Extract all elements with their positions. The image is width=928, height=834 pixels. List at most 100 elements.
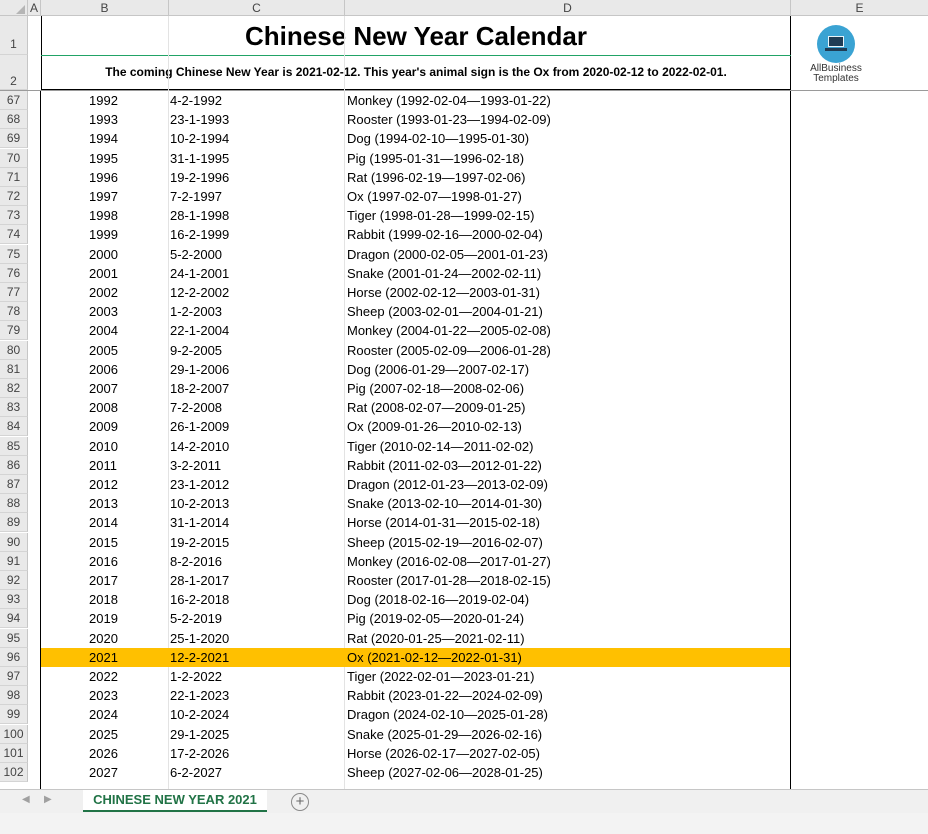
row-header-1[interactable]: 1 — [0, 16, 28, 55]
animal-cell[interactable]: Pig (2007-02-18—2008-02-06) — [347, 379, 524, 398]
year-cell[interactable]: 2018 — [89, 590, 118, 609]
column-header-e[interactable]: E — [791, 0, 928, 16]
year-cell[interactable]: 2022 — [89, 667, 118, 686]
row-header[interactable]: 72 — [0, 187, 28, 206]
animal-cell[interactable]: Dragon (2024-02-10—2025-01-28) — [347, 705, 548, 724]
date-cell[interactable]: 18-2-2007 — [170, 379, 229, 398]
animal-cell[interactable]: Rooster (1993-01-23—1994-02-09) — [347, 110, 551, 129]
row-header[interactable]: 84 — [0, 417, 28, 436]
date-cell[interactable]: 22-1-2023 — [170, 686, 229, 705]
animal-cell[interactable]: Horse (2014-01-31—2015-02-18) — [347, 513, 540, 532]
year-cell[interactable]: 2002 — [89, 283, 118, 302]
animal-cell[interactable]: Tiger (2022-02-01—2023-01-21) — [347, 667, 534, 686]
row-header[interactable]: 88 — [0, 494, 28, 513]
year-cell[interactable]: 2021 — [89, 648, 118, 667]
row-header-2[interactable]: 2 — [0, 55, 28, 90]
animal-cell[interactable]: Pig (1995-01-31—1996-02-18) — [347, 149, 524, 168]
date-cell[interactable]: 8-2-2016 — [170, 552, 222, 571]
date-cell[interactable]: 1-2-2022 — [170, 667, 222, 686]
row-header[interactable]: 85 — [0, 437, 28, 456]
date-cell[interactable]: 28-1-1998 — [170, 206, 229, 225]
date-cell[interactable]: 1-2-2003 — [170, 302, 222, 321]
page-title[interactable]: Chinese New Year Calendar — [41, 17, 791, 55]
animal-cell[interactable]: Snake (2001-01-24—2002-02-11) — [347, 264, 541, 283]
next-sheet-icon[interactable]: ▶ — [44, 794, 52, 805]
animal-cell[interactable]: Rat (2008-02-07—2009-01-25) — [347, 398, 526, 417]
date-cell[interactable]: 12-2-2021 — [170, 648, 229, 667]
animal-cell[interactable]: Ox (2009-01-26—2010-02-13) — [347, 417, 522, 436]
animal-cell[interactable]: Horse (2002-02-12—2003-01-31) — [347, 283, 540, 302]
date-cell[interactable]: 4-2-1992 — [170, 91, 222, 110]
row-header[interactable]: 69 — [0, 129, 28, 148]
row-header[interactable]: 80 — [0, 341, 28, 360]
animal-cell[interactable]: Rabbit (1999-02-16—2000-02-04) — [347, 225, 543, 244]
animal-cell[interactable]: Tiger (2010-02-14—2011-02-02) — [347, 437, 533, 456]
row-header[interactable]: 79 — [0, 321, 28, 340]
row-header[interactable]: 91 — [0, 552, 28, 571]
row-header[interactable]: 73 — [0, 206, 28, 225]
row-header[interactable]: 86 — [0, 456, 28, 475]
year-cell[interactable]: 2015 — [89, 533, 118, 552]
year-cell[interactable]: 1993 — [89, 110, 118, 129]
date-cell[interactable]: 28-1-2017 — [170, 571, 229, 590]
row-header[interactable]: 99 — [0, 705, 28, 724]
column-header-c[interactable]: C — [169, 0, 345, 16]
date-cell[interactable]: 3-2-2011 — [170, 456, 221, 475]
year-cell[interactable]: 1994 — [89, 129, 118, 148]
year-cell[interactable]: 2003 — [89, 302, 118, 321]
year-cell[interactable]: 2014 — [89, 513, 118, 532]
animal-cell[interactable]: Tiger (1998-01-28—1999-02-15) — [347, 206, 534, 225]
row-header[interactable]: 89 — [0, 513, 28, 532]
row-header[interactable]: 68 — [0, 110, 28, 129]
date-cell[interactable]: 10-2-1994 — [170, 129, 229, 148]
animal-cell[interactable]: Monkey (1992-02-04—1993-01-22) — [347, 91, 551, 110]
year-cell[interactable]: 1995 — [89, 149, 118, 168]
year-cell[interactable]: 2010 — [89, 437, 118, 456]
animal-cell[interactable]: Monkey (2004-01-22—2005-02-08) — [347, 321, 551, 340]
date-cell[interactable]: 5-2-2000 — [170, 245, 222, 264]
year-cell[interactable]: 2019 — [89, 609, 118, 628]
animal-cell[interactable]: Snake (2013-02-10—2014-01-30) — [347, 494, 542, 513]
column-header-d[interactable]: D — [345, 0, 791, 16]
row-header[interactable]: 94 — [0, 609, 28, 628]
animal-cell[interactable]: Dog (2018-02-16—2019-02-04) — [347, 590, 529, 609]
sheet-tab-chinese-new-year-2021[interactable]: CHINESE NEW YEAR 2021 — [83, 790, 267, 812]
animal-cell[interactable]: Horse (2026-02-17—2027-02-05) — [347, 744, 540, 763]
year-cell[interactable]: 2009 — [89, 417, 118, 436]
row-header[interactable]: 81 — [0, 360, 28, 379]
animal-cell[interactable]: Dog (1994-02-10—1995-01-30) — [347, 129, 529, 148]
animal-cell[interactable]: Rat (2020-01-25—2021-02-11) — [347, 629, 525, 648]
row-header[interactable]: 67 — [0, 91, 28, 110]
year-cell[interactable]: 1996 — [89, 168, 118, 187]
year-cell[interactable]: 2011 — [89, 456, 117, 475]
row-header[interactable]: 75 — [0, 245, 28, 264]
year-cell[interactable]: 1997 — [89, 187, 118, 206]
row-header[interactable]: 100 — [0, 725, 28, 744]
year-cell[interactable]: 2027 — [89, 763, 118, 782]
date-cell[interactable]: 31-1-1995 — [170, 149, 229, 168]
year-cell[interactable]: 2006 — [89, 360, 118, 379]
date-cell[interactable]: 6-2-2027 — [170, 763, 222, 782]
animal-cell[interactable]: Pig (2019-02-05—2020-01-24) — [347, 609, 524, 628]
date-cell[interactable]: 14-2-2010 — [170, 437, 229, 456]
prev-sheet-icon[interactable]: ◀ — [22, 794, 30, 805]
year-cell[interactable]: 2000 — [89, 245, 118, 264]
row-header[interactable]: 92 — [0, 571, 28, 590]
date-cell[interactable]: 29-1-2006 — [170, 360, 229, 379]
row-header[interactable]: 77 — [0, 283, 28, 302]
date-cell[interactable]: 12-2-2002 — [170, 283, 229, 302]
year-cell[interactable]: 1998 — [89, 206, 118, 225]
date-cell[interactable]: 24-1-2001 — [170, 264, 229, 283]
animal-cell[interactable]: Dog (2006-01-29—2007-02-17) — [347, 360, 529, 379]
year-cell[interactable]: 2025 — [89, 725, 118, 744]
row-header[interactable]: 83 — [0, 398, 28, 417]
row-header[interactable]: 96 — [0, 648, 28, 667]
animal-cell[interactable]: Rabbit (2011-02-03—2012-01-22) — [347, 456, 542, 475]
date-cell[interactable]: 22-1-2004 — [170, 321, 229, 340]
animal-cell[interactable]: Dragon (2000-02-05—2001-01-23) — [347, 245, 548, 264]
animal-cell[interactable]: Sheep (2003-02-01—2004-01-21) — [347, 302, 543, 321]
date-cell[interactable]: 19-2-2015 — [170, 533, 229, 552]
year-cell[interactable]: 2004 — [89, 321, 118, 340]
date-cell[interactable]: 16-2-1999 — [170, 225, 229, 244]
date-cell[interactable]: 31-1-2014 — [170, 513, 229, 532]
